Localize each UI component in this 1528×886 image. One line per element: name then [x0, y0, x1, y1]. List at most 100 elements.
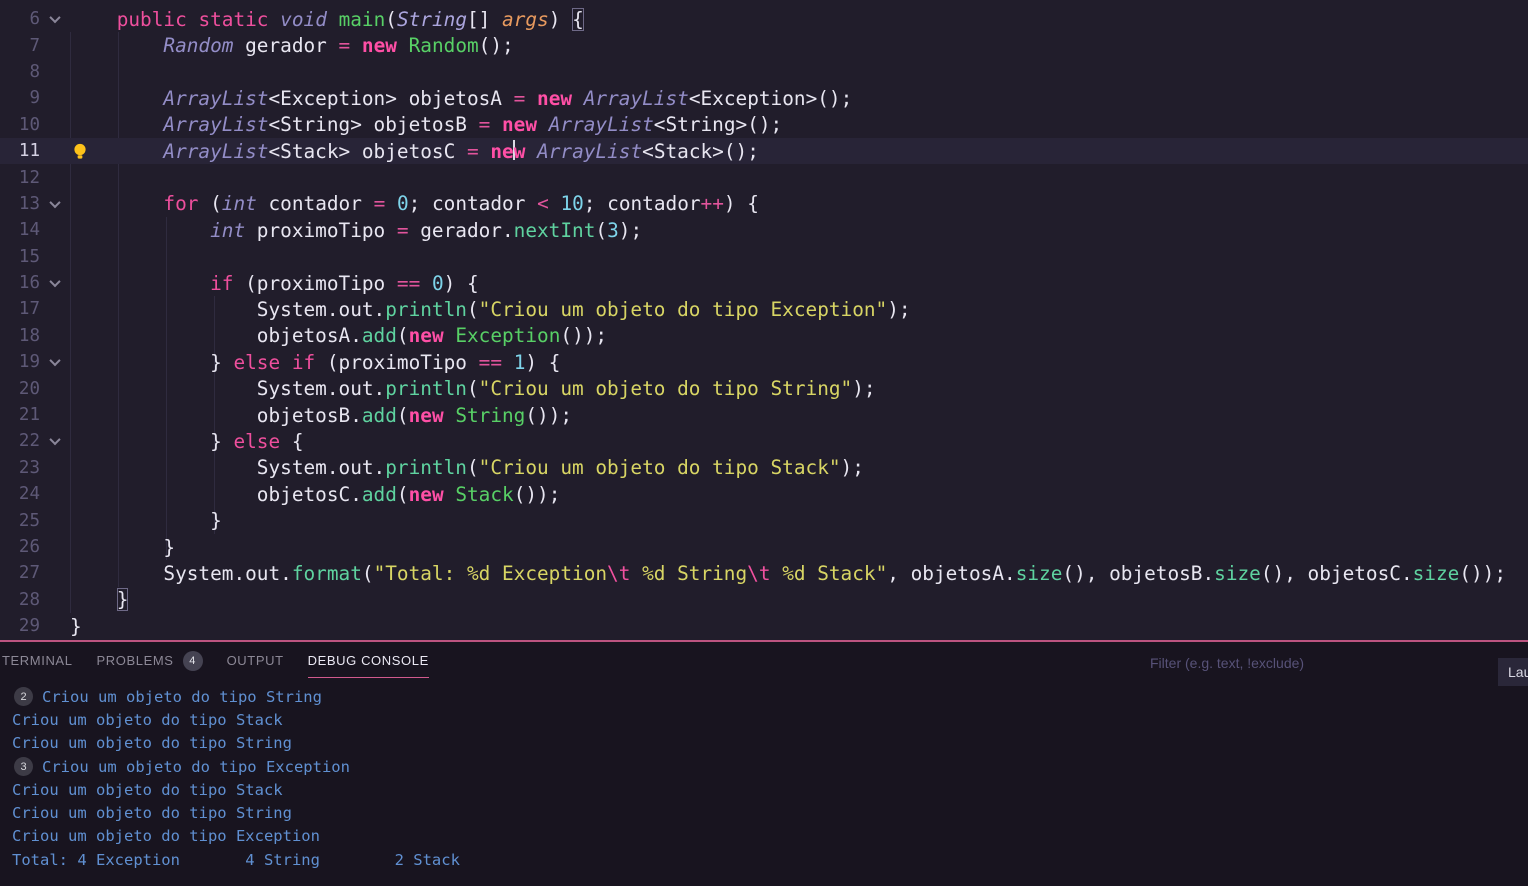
line-number: 19 — [18, 352, 40, 373]
chevron-down-icon — [49, 276, 61, 288]
code-text: objetosC.add(new Stack()); — [256, 482, 561, 506]
line-number: 24 — [18, 484, 40, 505]
panel-tabs: TERMINAL PROBLEMS 4 OUTPUT DEBUG CONSOLE — [2, 642, 441, 680]
tab-label: DEBUG CONSOLE — [307, 653, 429, 668]
console-line: Criou um objeto do tipo String — [0, 732, 1528, 755]
line-number: 14 — [18, 220, 40, 241]
fold-chevron-icon[interactable] — [40, 196, 70, 209]
code-text: int proximoTipo = gerador.nextInt(3); — [210, 218, 643, 242]
line-number: 29 — [18, 616, 40, 637]
code-text: ArrayList<String> objetosB = new ArrayLi… — [163, 113, 783, 137]
code-line-17[interactable]: 17 System.out.println("Criou um objeto d… — [0, 296, 1528, 322]
code-text: objetosB.add(new String()); — [256, 403, 573, 427]
code-line-27[interactable]: 27 System.out.format("Total: %d Exceptio… — [0, 560, 1528, 586]
code-text: public static void main(String[] args) { — [116, 7, 584, 31]
code-line-25[interactable]: 25 } — [0, 507, 1528, 533]
console-text: Criou um objeto do tipo String — [42, 687, 322, 706]
line-number: 13 — [18, 193, 40, 214]
line-number: 11 — [18, 141, 40, 162]
code-line-8[interactable]: 8 — [0, 59, 1528, 85]
debug-console-output: 2 Criou um objeto do tipo String Criou um … — [0, 680, 1528, 871]
console-text: Criou um objeto do tipo Exception — [12, 827, 320, 846]
code-line-16[interactable]: 16 if (proximoTipo == 0) { — [0, 270, 1528, 296]
vscode-window: { "colors": { "editor_background": "#211… — [0, 0, 1528, 886]
code-line-18[interactable]: 18 objetosA.add(new Exception()); — [0, 323, 1528, 349]
line-number: 7 — [29, 35, 40, 56]
code-line-24[interactable]: 24 objetosC.add(new Stack()); — [0, 481, 1528, 507]
chevron-down-icon — [49, 355, 61, 367]
code-line-29[interactable]: 29} — [0, 613, 1528, 639]
code-text: } else if (proximoTipo == 1) { — [70, 350, 561, 374]
line-number: 8 — [29, 61, 40, 82]
line-number: 16 — [18, 273, 40, 294]
line-number: 26 — [18, 537, 40, 557]
chevron-down-icon — [49, 12, 61, 24]
code-line-22[interactable]: 22 } else { — [0, 428, 1528, 454]
fold-chevron-icon[interactable] — [40, 276, 70, 288]
line-number: 21 — [18, 405, 40, 426]
occurrence-count-badge: 3 — [14, 757, 33, 777]
fold-chevron-icon[interactable] — [40, 434, 70, 446]
code-line-26[interactable]: 26 } — [0, 534, 1528, 560]
code-line-12[interactable]: 12 — [0, 164, 1528, 190]
console-text: Criou um objeto do tipo Stack — [12, 710, 283, 729]
line-number: 20 — [18, 378, 40, 399]
code-text: } — [70, 614, 82, 638]
code-line-20[interactable]: 20 System.out.println("Criou um objeto d… — [0, 375, 1528, 401]
code-editor[interactable]: 6 public static void main(String[] args)… — [0, 0, 1528, 640]
lightbulb-icon[interactable] — [73, 143, 87, 160]
fold-chevron-icon[interactable] — [40, 355, 70, 367]
fold-chevron-icon[interactable] — [40, 12, 70, 24]
code-line-9[interactable]: 9 ArrayList<Exception> objetosA = new Ar… — [0, 85, 1528, 111]
tab-label: OUTPUT — [226, 653, 284, 668]
chevron-down-icon — [49, 434, 61, 446]
tab-label: TERMINAL — [2, 653, 73, 668]
console-filter-input[interactable] — [1150, 652, 1480, 674]
panel-tab-bar: TERMINAL PROBLEMS 4 OUTPUT DEBUG CONSOLE Lau — [0, 642, 1528, 686]
console-text: Criou um objeto do tipo String — [12, 804, 292, 823]
code-line-11[interactable]: 11 ArrayList<Stack> objetosC = new Array… — [0, 137, 1528, 165]
console-line: Criou um objeto do tipo String — [0, 801, 1528, 824]
line-number: 27 — [18, 563, 40, 584]
tab-debug-console[interactable]: DEBUG CONSOLE — [307, 645, 429, 678]
code-line-13[interactable]: 13 for (int contador = 0; contador < 10;… — [0, 191, 1528, 217]
line-number: 22 — [18, 431, 40, 452]
console-line: Total: 4 Exception 4 String 2 Stack — [0, 848, 1528, 871]
code-line-7[interactable]: 7 Random gerador = new Random(); — [0, 32, 1528, 58]
bottom-panel: TERMINAL PROBLEMS 4 OUTPUT DEBUG CONSOLE Lau… — [0, 640, 1528, 886]
code-text: Random gerador = new Random(); — [163, 34, 514, 58]
tab-label: PROBLEMS — [96, 653, 174, 668]
code-line-23[interactable]: 23 System.out.println("Criou um objeto d… — [0, 455, 1528, 481]
code-line-19[interactable]: 19 } else if (proximoTipo == 1) { — [0, 349, 1528, 375]
console-text: Criou um objeto do tipo String — [12, 734, 292, 753]
problems-count-badge: 4 — [182, 650, 203, 671]
code-line-10[interactable]: 10 ArrayList<String> objetosB = new Arra… — [0, 112, 1528, 138]
line-number: 10 — [18, 114, 40, 135]
code-text: } — [70, 535, 176, 559]
code-line-28[interactable]: 28 } — [0, 587, 1528, 613]
code-line-21[interactable]: 21 objetosB.add(new String()); — [0, 402, 1528, 428]
launch-config-button[interactable]: Lau — [1498, 658, 1528, 686]
code-text: objetosA.add(new Exception()); — [256, 324, 608, 348]
tab-problems[interactable]: PROBLEMS 4 — [97, 645, 203, 678]
code-text: } else { — [70, 429, 304, 453]
code-text: System.out.println("Criou um objeto do t… — [256, 297, 911, 321]
code-line-14[interactable]: 14 int proximoTipo = gerador.nextInt(3); — [0, 217, 1528, 243]
console-text: Total: 4 Exception 4 String 2 Stack — [12, 850, 460, 869]
code-text: } — [70, 509, 222, 533]
code-line-6[interactable]: 6 public static void main(String[] args)… — [0, 6, 1528, 32]
line-number: 18 — [18, 325, 40, 346]
editor-lines: 6 public static void main(String[] args)… — [0, 6, 1528, 639]
tab-terminal[interactable]: TERMINAL — [2, 645, 73, 678]
line-number: 12 — [18, 167, 40, 188]
console-line: 3 Criou um objeto do tipo Exception — [0, 755, 1528, 778]
code-line-15[interactable]: 15 — [0, 244, 1528, 270]
code-text: System.out.println("Criou um objeto do t… — [256, 377, 876, 401]
line-number: 28 — [18, 589, 40, 610]
occurrence-count-badge: 2 — [14, 687, 33, 707]
console-line: Criou um objeto do tipo Exception — [0, 825, 1528, 848]
tab-output[interactable]: OUTPUT — [227, 645, 284, 678]
console-line: Criou um objeto do tipo Stack — [0, 778, 1528, 801]
line-number: 15 — [18, 246, 40, 267]
code-text: for (int contador = 0; contador < 10; co… — [163, 192, 759, 216]
